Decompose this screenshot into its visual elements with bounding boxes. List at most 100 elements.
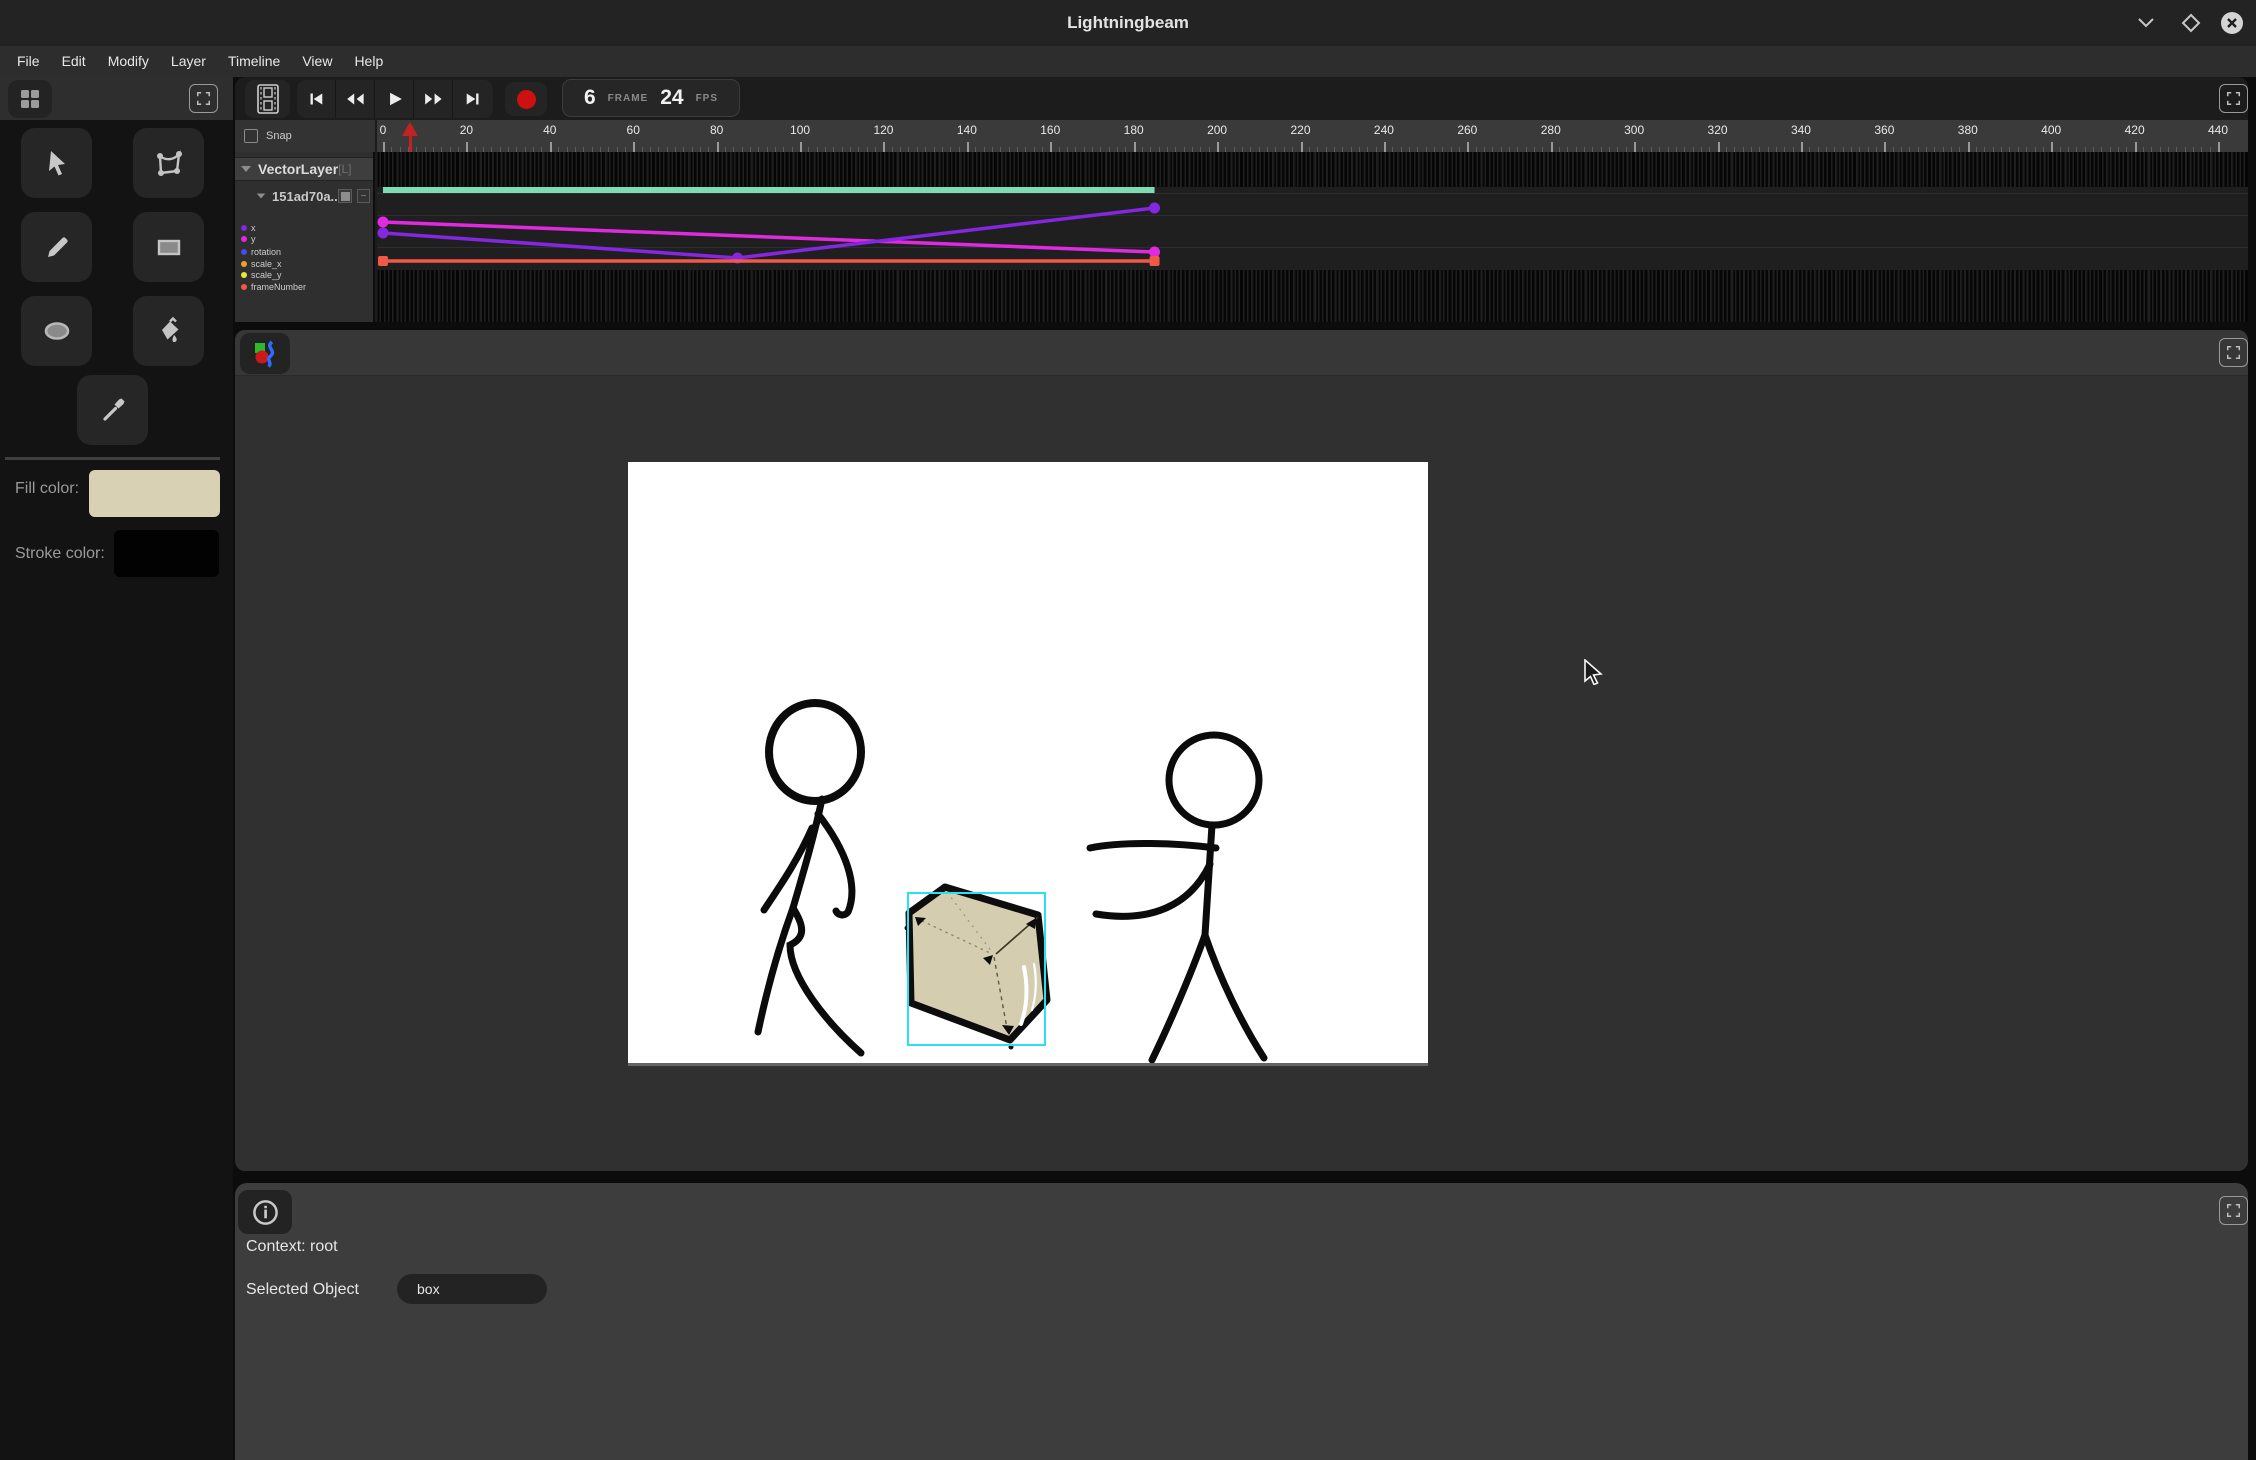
fullscreen-icon (196, 91, 211, 106)
frame-value: 6 (584, 86, 596, 110)
snap-checkbox[interactable] (244, 129, 258, 143)
skip-to-end-button[interactable] (453, 80, 492, 118)
fps-unit-label: FPS (696, 93, 718, 104)
title-bar: Lightningbeam (0, 0, 2256, 46)
property-label: scale_x (251, 259, 282, 269)
select-tool-button[interactable] (21, 128, 92, 198)
timeline-header-row: Snap 02040608010012014016018020022024026… (235, 120, 2248, 152)
property-dot (241, 236, 247, 242)
property-row-y[interactable]: y (235, 233, 256, 244)
menu-layer[interactable]: Layer (160, 46, 217, 77)
layer-row-vectorlayer[interactable]: VectorLayer [L] (235, 157, 373, 181)
panel-grid-button[interactable] (8, 80, 52, 118)
close-icon (2220, 11, 2244, 35)
stage-artwork (628, 462, 1428, 1063)
selected-object-field[interactable]: box (397, 1274, 547, 1304)
rewind-icon (343, 88, 367, 110)
layers-column: VectorLayer [L] 151ad70a... ~ x y rota (235, 152, 375, 322)
drawing-stage[interactable] (628, 462, 1428, 1063)
property-row-rotation[interactable]: rotation (235, 246, 281, 257)
canvas-panel (235, 330, 2248, 1171)
sublayer-expander-icon[interactable] (257, 193, 266, 198)
layer-tag: [L] (338, 162, 351, 176)
scene-shapes-button[interactable] (240, 333, 290, 374)
property-label: y (251, 234, 256, 244)
info-button[interactable] (238, 1190, 292, 1234)
snap-label: Snap (266, 130, 292, 142)
menu-timeline[interactable]: Timeline (217, 46, 291, 77)
context-text: Context: root (246, 1238, 338, 1256)
info-fullscreen-button[interactable] (2219, 1196, 2248, 1225)
skip-to-start-button[interactable] (297, 80, 336, 118)
rectangle-icon (153, 231, 185, 263)
sublayer-name: 151ad70a... (272, 189, 341, 204)
play-icon (383, 88, 405, 110)
canvas-header (235, 330, 2248, 376)
menu-help[interactable]: Help (343, 46, 394, 77)
record-button[interactable] (505, 82, 547, 116)
rewind-button[interactable] (336, 80, 375, 118)
stick-figure-left (758, 703, 861, 1053)
play-button[interactable] (375, 80, 414, 118)
window-title: Lightningbeam (0, 0, 2256, 46)
sublayer-toggle-button[interactable]: ~ (357, 189, 370, 203)
fast-forward-button[interactable] (414, 80, 453, 118)
fill-color-swatch[interactable] (89, 470, 220, 517)
info-icon (252, 1199, 279, 1226)
property-dot (241, 272, 247, 278)
property-row-frame-number[interactable]: frameNumber (235, 281, 306, 292)
skip-end-icon (462, 88, 484, 110)
stroke-color-swatch[interactable] (114, 530, 219, 577)
window-minimize-button[interactable] (2133, 10, 2159, 36)
fullscreen-icon (2226, 91, 2241, 106)
transform-tool-button[interactable] (133, 128, 204, 198)
tool-panel: Fill color: Stroke color: (0, 77, 233, 1460)
layer-expander-icon[interactable] (241, 166, 251, 172)
window-close-button[interactable] (2219, 10, 2245, 36)
fps-value: 24 (660, 86, 683, 110)
menu-view[interactable]: View (291, 46, 343, 77)
sublayer-visibility-button[interactable] (338, 189, 352, 203)
property-dot (241, 225, 247, 231)
ellipse-tool-button[interactable] (21, 296, 92, 366)
skip-start-icon (305, 88, 327, 110)
pencil-tool-button[interactable] (21, 212, 92, 282)
property-dot (241, 249, 247, 255)
property-row-scale-x[interactable]: scale_x (235, 258, 282, 269)
property-label: x (251, 223, 256, 233)
canvas-fullscreen-button[interactable] (2219, 338, 2248, 367)
paint-bucket-tool-button[interactable] (133, 296, 204, 366)
diamond-icon (2181, 13, 2201, 33)
timeline-panel: 6 FRAME 24 FPS Snap 02040608010012014016… (235, 77, 2248, 322)
stick-figure-right (1090, 735, 1264, 1060)
frames-area[interactable] (377, 152, 2248, 322)
timeline-fullscreen-button[interactable] (2219, 84, 2248, 113)
menu-edit[interactable]: Edit (51, 46, 97, 77)
property-label: frameNumber (251, 282, 306, 292)
ellipse-icon (41, 315, 73, 347)
box-object[interactable] (905, 887, 1048, 1050)
snap-cell: Snap (235, 120, 375, 152)
property-row-x[interactable]: x (235, 222, 256, 233)
shapes-icon (252, 339, 278, 368)
window-maximize-button[interactable] (2178, 10, 2204, 36)
property-label: rotation (251, 247, 281, 257)
curves-svg[interactable] (377, 152, 2248, 322)
property-dot (241, 261, 247, 267)
fullscreen-icon (2226, 345, 2241, 360)
selected-object-value: box (417, 1281, 440, 1297)
menu-file[interactable]: File (6, 46, 51, 77)
tool-panel-fullscreen-button[interactable] (189, 84, 218, 113)
menu-modify[interactable]: Modify (97, 46, 160, 77)
timeline-ruler[interactable]: 0204060801001201401601802002202402602803… (377, 120, 2248, 152)
film-export-button[interactable] (245, 80, 290, 118)
sublayer-row[interactable]: 151ad70a... (235, 185, 373, 207)
visibility-swatch-icon (341, 192, 350, 201)
fullscreen-icon (2226, 1203, 2241, 1218)
layer-name: VectorLayer (258, 161, 338, 177)
property-row-scale-y[interactable]: scale_y (235, 269, 282, 280)
eyedropper-tool-button[interactable] (77, 375, 148, 445)
frame-unit-label: FRAME (608, 93, 649, 104)
rectangle-tool-button[interactable] (133, 212, 204, 282)
paint-bucket-icon (153, 315, 185, 347)
